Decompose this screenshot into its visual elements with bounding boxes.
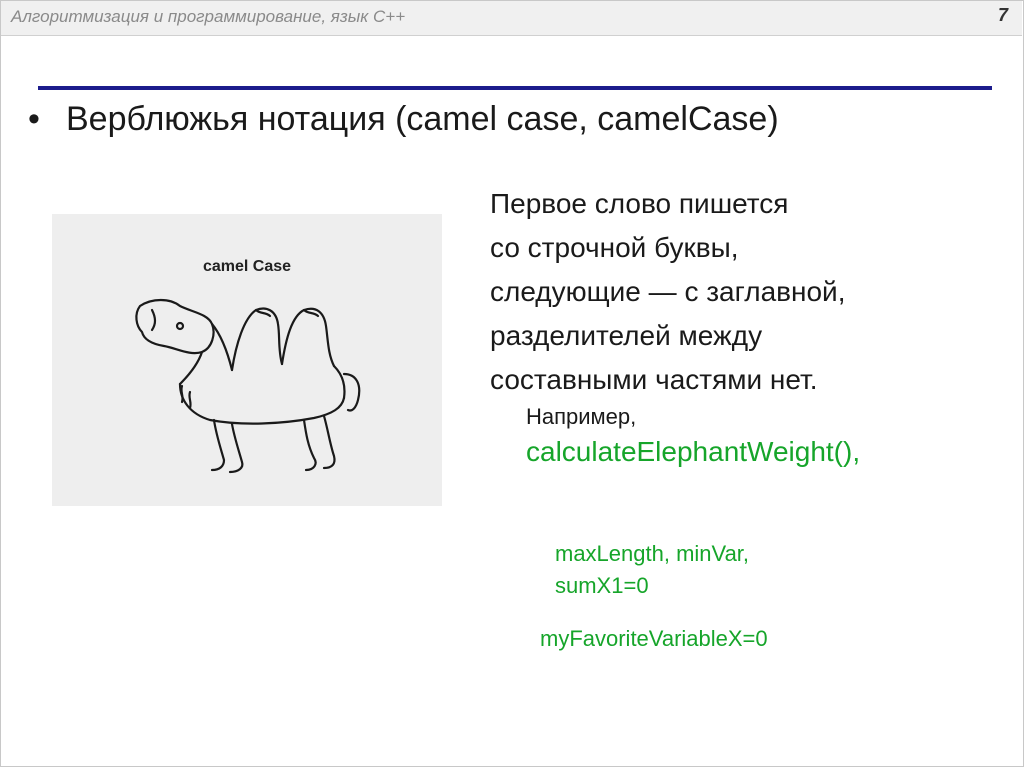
camel-illustration: camel Case <box>52 214 442 506</box>
example-label: Например, <box>526 404 637 429</box>
example-main: calculateElephantWeight(), <box>526 436 861 467</box>
description-line: Первое слово пишется <box>490 188 789 219</box>
camel-icon <box>135 298 361 474</box>
slide-number: 7 <box>997 5 1008 25</box>
example-tertiary: myFavoriteVariableX=0 <box>540 626 768 651</box>
example-line: sumX1=0 <box>555 573 649 598</box>
bullet-dot: • <box>28 100 40 138</box>
description: Первое слово пишется со строчной буквы, … <box>490 182 970 402</box>
slide-heading: Верблюжья нотация (camel case, camelCase… <box>66 100 779 138</box>
description-line: следующие — с заглавной, <box>490 276 846 307</box>
slide-header: Алгоритмизация и программирование, язык … <box>1 1 1022 36</box>
description-line: составными частями нет. <box>490 364 818 395</box>
description-line: разделителей между <box>490 320 763 351</box>
description-line: со строчной буквы, <box>490 232 739 263</box>
title-rule <box>38 86 992 90</box>
example-secondary: maxLength, minVar, sumX1=0 <box>555 538 749 602</box>
course-title: Алгоритмизация и программирование, язык … <box>11 7 406 26</box>
example-line: maxLength, minVar, <box>555 541 750 566</box>
